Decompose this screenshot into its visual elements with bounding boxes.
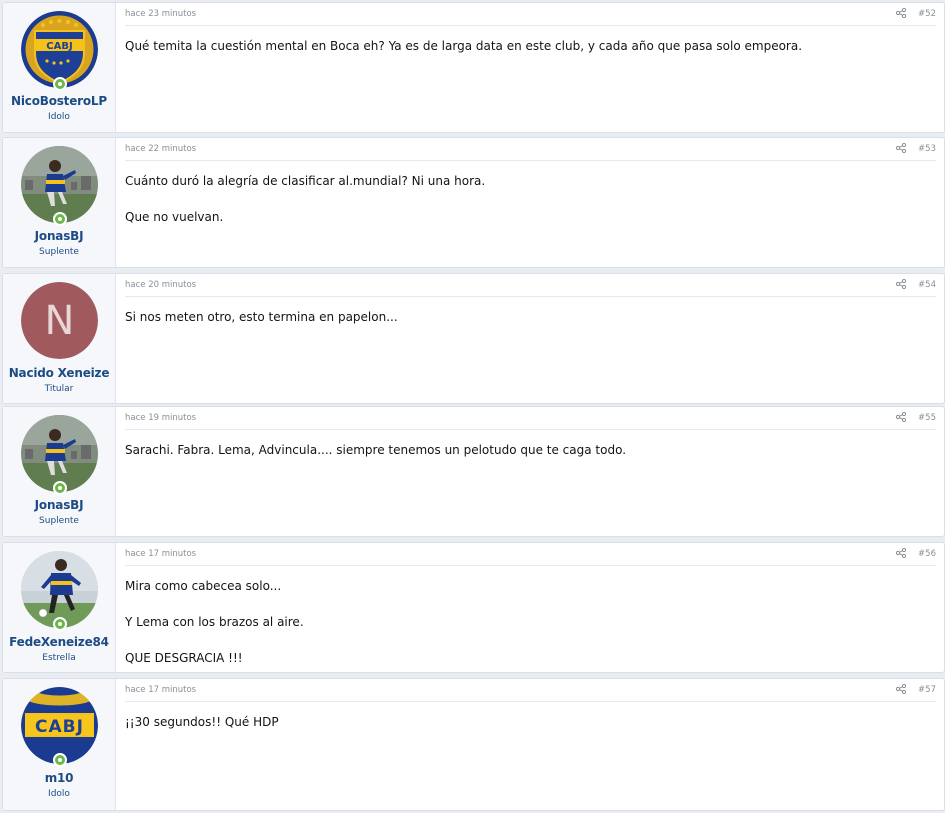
post-body: Si nos meten otro, esto termina en papel… [125, 308, 934, 344]
user-title: Estrella [42, 653, 76, 663]
post-body: Qué temita la cuestión mental en Boca eh… [125, 37, 934, 73]
post-meta: hace 20 minutos #54 [125, 274, 936, 297]
post-time[interactable]: hace 20 minutos [125, 280, 196, 290]
post-52: CABJ NicoBosteroLP Idolo hace 23 minutos… [2, 2, 945, 133]
post-number[interactable]: #57 [918, 685, 936, 695]
post-number[interactable]: #54 [918, 280, 936, 290]
username[interactable]: JonasBJ [3, 498, 115, 512]
post-paragraph: Qué temita la cuestión mental en Boca eh… [125, 39, 803, 53]
online-status-icon [53, 212, 67, 226]
post-number[interactable]: #56 [918, 549, 936, 559]
user-cell: JonasBJ Suplente [3, 138, 116, 267]
crest-text: CABJ [35, 717, 84, 737]
post-paragraph: Y Lema con los brazos al aire. [125, 615, 304, 629]
username[interactable]: NicoBosteroLP [3, 94, 115, 108]
post-meta: hace 19 minutos #55 [125, 407, 936, 430]
user-title: Idolo [48, 112, 70, 122]
post-53: JonasBJ Suplente hace 22 minutos #53 Cuá… [2, 137, 945, 268]
user-cell: JonasBJ Suplente [3, 407, 116, 536]
post-body: Mira como cabecea solo... Y Lema con los… [125, 577, 934, 685]
online-status-icon [53, 481, 67, 495]
username[interactable]: FedeXeneize84 [3, 635, 115, 649]
post-content: hace 17 minutos #57 ¡¡30 segundos!! Qué … [116, 679, 944, 810]
post-time[interactable]: hace 19 minutos [125, 413, 196, 423]
share-icon[interactable] [896, 143, 906, 153]
post-54: N Nacido Xeneize Titular hace 20 minutos… [2, 273, 945, 404]
post-56: FedeXeneize84 Estrella hace 17 minutos #… [2, 542, 945, 673]
post-content: hace 22 minutos #53 Cuánto duró la alegr… [116, 138, 944, 267]
online-status-icon [53, 77, 67, 91]
post-paragraph: ¡¡30 segundos!! Qué HDP [125, 715, 279, 729]
post-paragraph: Mira como cabecea solo... [125, 579, 282, 593]
share-icon[interactable] [896, 548, 906, 558]
user-title: Suplente [39, 516, 79, 526]
user-title: Titular [44, 384, 74, 394]
post-time[interactable]: hace 17 minutos [125, 685, 196, 695]
post-time[interactable]: hace 17 minutos [125, 549, 196, 559]
share-icon[interactable] [896, 684, 906, 694]
username[interactable]: Nacido Xeneize [3, 366, 115, 380]
post-number[interactable]: #53 [918, 144, 936, 154]
post-time[interactable]: hace 22 minutos [125, 144, 196, 154]
post-paragraph: QUE DESGRACIA !!! [125, 651, 243, 665]
share-icon[interactable] [896, 412, 906, 422]
post-number[interactable]: #55 [918, 413, 936, 423]
user-title: Suplente [39, 247, 79, 257]
post-paragraph: Sarachi. Fabra. Lema, Advincula.... siem… [125, 443, 627, 457]
post-meta: hace 23 minutos #52 [125, 3, 936, 26]
avatar-letter: N [45, 298, 75, 344]
post-body: ¡¡30 segundos!! Qué HDP [125, 713, 934, 749]
post-meta: hace 17 minutos #56 [125, 543, 936, 566]
post-time[interactable]: hace 23 minutos [125, 9, 196, 19]
post-content: hace 19 minutos #55 Sarachi. Fabra. Lema… [116, 407, 944, 536]
user-cell: CABJ NicoBosteroLP Idolo [3, 3, 116, 132]
avatar[interactable]: N [21, 282, 98, 359]
user-cell: CABJ m10 Idolo [3, 679, 116, 810]
post-number[interactable]: #52 [918, 9, 936, 19]
username[interactable]: JonasBJ [3, 229, 115, 243]
crest-text: CABJ [46, 41, 72, 52]
online-status-icon [53, 753, 67, 767]
post-body: Cuánto duró la alegría de clasificar al.… [125, 172, 934, 244]
user-title: Idolo [48, 789, 70, 799]
post-content: hace 20 minutos #54 Si nos meten otro, e… [116, 274, 944, 403]
post-57: CABJ m10 Idolo hace 17 minutos #57 ¡¡30 … [2, 678, 945, 811]
user-cell: FedeXeneize84 Estrella [3, 543, 116, 672]
user-cell: N Nacido Xeneize Titular [3, 274, 116, 403]
post-content: hace 23 minutos #52 Qué temita la cuesti… [116, 3, 944, 132]
post-content: hace 17 minutos #56 Mira como cabecea so… [116, 543, 944, 672]
post-paragraph: Que no vuelvan. [125, 210, 224, 224]
post-55: JonasBJ Suplente hace 19 minutos #55 Sar… [2, 406, 945, 537]
post-meta: hace 22 minutos #53 [125, 138, 936, 161]
share-icon[interactable] [896, 279, 906, 289]
post-paragraph: Si nos meten otro, esto termina en papel… [125, 310, 398, 324]
post-paragraph: Cuánto duró la alegría de clasificar al.… [125, 174, 486, 188]
username[interactable]: m10 [3, 771, 115, 785]
share-icon[interactable] [896, 8, 906, 18]
post-body: Sarachi. Fabra. Lema, Advincula.... siem… [125, 441, 934, 477]
online-status-icon [53, 617, 67, 631]
post-meta: hace 17 minutos #57 [125, 679, 936, 702]
